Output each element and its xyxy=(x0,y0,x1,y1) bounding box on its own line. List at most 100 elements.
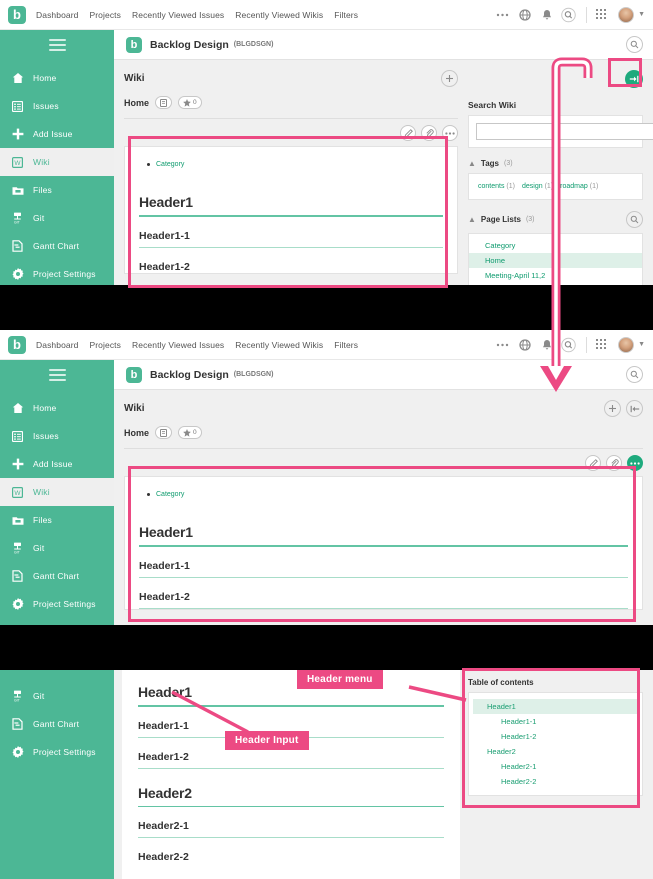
sidebar-item-home[interactable]: Home xyxy=(0,64,114,92)
sidebar-item-home[interactable]: Home xyxy=(0,394,114,422)
sidebar-toggle-button[interactable] xyxy=(0,29,114,60)
page-lists-section-header[interactable]: ▲ Page Lists (3) xyxy=(468,211,643,228)
page-list-item[interactable]: Category xyxy=(469,238,642,253)
toc-item[interactable]: Header2 xyxy=(473,744,638,759)
tag-item[interactable]: contents (1) xyxy=(478,183,515,190)
sidebar-item-project-settings[interactable]: Project Settings xyxy=(0,738,114,766)
apps-grid-icon[interactable] xyxy=(594,337,609,352)
more-horizontal-icon[interactable] xyxy=(495,7,510,22)
toc-item[interactable]: Header1 xyxy=(473,699,638,714)
star-badge[interactable]: 0 xyxy=(178,426,202,439)
collapse-panel-button[interactable] xyxy=(625,70,643,88)
sidebar-item-wiki[interactable]: W Wiki xyxy=(0,148,114,176)
more-horizontal-icon[interactable] xyxy=(442,125,458,141)
history-icon[interactable] xyxy=(155,426,173,439)
apps-grid-icon[interactable] xyxy=(594,7,609,22)
divider xyxy=(124,118,458,119)
page-list-item[interactable]: Home xyxy=(469,253,642,268)
sidebar-item-add-issue[interactable]: Add Issue xyxy=(0,450,114,478)
project-sidebar: Home Issues Add Issue W Wiki Files GIT G… xyxy=(0,60,114,285)
add-wiki-page-button[interactable] xyxy=(604,400,621,417)
sidebar-item-git[interactable]: GIT Git xyxy=(0,534,114,562)
sidebar-item-git[interactable]: GIT Git xyxy=(0,682,114,710)
sidebar-item-files[interactable]: Files xyxy=(0,176,114,204)
backlog-logo-icon[interactable]: b xyxy=(8,335,26,354)
wiki-header: Wiki xyxy=(124,60,458,87)
wiki-toolbar xyxy=(124,125,458,141)
article-heading-1: Header1 xyxy=(138,684,192,700)
more-horizontal-icon[interactable] xyxy=(495,337,510,352)
sidebar-toggle-button[interactable] xyxy=(0,359,114,390)
pencil-icon[interactable] xyxy=(585,455,601,471)
toc-item[interactable]: Header1-1 xyxy=(473,714,638,729)
history-icon[interactable] xyxy=(155,96,173,109)
tags-section-header[interactable]: ▲ Tags (3) xyxy=(468,159,643,168)
paperclip-icon[interactable] xyxy=(606,455,622,471)
tags-count: (3) xyxy=(504,160,513,167)
sidebar-item-add-issue[interactable]: Add Issue xyxy=(0,120,114,148)
search-input[interactable] xyxy=(476,123,653,140)
sidebar-item-git[interactable]: GIT Git xyxy=(0,204,114,232)
chevron-down-icon[interactable]: ▼ xyxy=(638,341,645,348)
page-body: Home Issues Add Issue W Wiki Files GIT G… xyxy=(0,60,653,285)
sidebar-item-wiki[interactable]: W Wiki xyxy=(0,478,114,506)
project-key: (BLGDSGN) xyxy=(233,41,274,48)
avatar[interactable] xyxy=(618,336,635,353)
sidebar-item-gantt-chart[interactable]: Gantt Chart xyxy=(0,710,114,738)
nav-link-dashboard[interactable]: Dashboard xyxy=(36,340,78,350)
sidebar-item-issues[interactable]: Issues xyxy=(0,422,114,450)
page-title: Wiki xyxy=(124,403,145,414)
svg-text:W: W xyxy=(14,160,21,167)
globe-icon[interactable] xyxy=(517,7,532,22)
project-search-icon[interactable] xyxy=(626,366,643,383)
article-heading-2-2: Header2-2 xyxy=(138,851,189,863)
sidebar-item-project-settings[interactable]: Project Settings xyxy=(0,260,114,285)
add-wiki-page-button[interactable] xyxy=(441,70,458,87)
nav-link-recently-viewed-issues[interactable]: Recently Viewed Issues xyxy=(132,10,224,20)
sidebar-item-gantt-chart[interactable]: Gantt Chart xyxy=(0,562,114,590)
nav-link-recently-viewed-wikis[interactable]: Recently Viewed Wikis xyxy=(235,340,323,350)
article-heading-2: Header2 xyxy=(138,784,192,801)
nav-link-filters[interactable]: Filters xyxy=(334,10,358,20)
sidebar-item-files[interactable]: Files xyxy=(0,506,114,534)
category-link[interactable]: Category xyxy=(156,161,184,168)
sidebar-item-project-settings[interactable]: Project Settings xyxy=(0,590,114,618)
toc-item[interactable]: Header2-2 xyxy=(473,774,638,789)
nav-link-recently-viewed-wikis[interactable]: Recently Viewed Wikis xyxy=(235,10,323,20)
plus-icon xyxy=(11,458,24,471)
toc-item[interactable]: Header2-1 xyxy=(473,759,638,774)
bell-icon[interactable] xyxy=(539,7,554,22)
sidebar-item-gantt-chart[interactable]: Gantt Chart xyxy=(0,232,114,260)
project-name[interactable]: Backlog Design xyxy=(150,39,229,51)
chevron-up-icon: ▲ xyxy=(468,159,476,168)
sidebar-item-label: Gantt Chart xyxy=(33,241,80,251)
chevron-down-icon[interactable]: ▼ xyxy=(638,11,645,18)
search-icon[interactable] xyxy=(561,7,576,22)
paperclip-icon[interactable] xyxy=(421,125,437,141)
chevron-up-icon: ▲ xyxy=(468,215,476,224)
project-name[interactable]: Backlog Design xyxy=(150,369,229,381)
tag-item[interactable]: roadmap (1) xyxy=(560,183,598,190)
bell-icon[interactable] xyxy=(539,337,554,352)
nav-link-dashboard[interactable]: Dashboard xyxy=(36,10,78,20)
project-search-icon[interactable] xyxy=(626,36,643,53)
toc-item[interactable]: Header1-2 xyxy=(473,729,638,744)
nav-link-projects[interactable]: Projects xyxy=(89,10,121,20)
category-link[interactable]: Category xyxy=(156,491,184,498)
nav-link-filters[interactable]: Filters xyxy=(334,340,358,350)
search-icon[interactable] xyxy=(561,337,576,352)
tag-item[interactable]: design (1) xyxy=(522,183,553,190)
avatar[interactable] xyxy=(618,6,635,23)
more-horizontal-icon[interactable] xyxy=(627,455,643,471)
page-lists-search-icon[interactable] xyxy=(626,211,643,228)
sidebar-item-issues[interactable]: Issues xyxy=(0,92,114,120)
expand-panel-button[interactable] xyxy=(626,400,643,417)
star-badge[interactable]: 0 xyxy=(178,96,202,109)
globe-icon[interactable] xyxy=(517,337,532,352)
page-list-item[interactable]: Meeting-April 11,2 xyxy=(469,268,642,283)
backlog-logo-icon[interactable]: b xyxy=(8,5,26,24)
pencil-icon[interactable] xyxy=(400,125,416,141)
nav-link-recently-viewed-issues[interactable]: Recently Viewed Issues xyxy=(132,340,224,350)
nav-link-projects[interactable]: Projects xyxy=(89,340,121,350)
wiki-content-column: Wiki Home 0 Category Header1 Header1-1 H… xyxy=(114,60,468,285)
